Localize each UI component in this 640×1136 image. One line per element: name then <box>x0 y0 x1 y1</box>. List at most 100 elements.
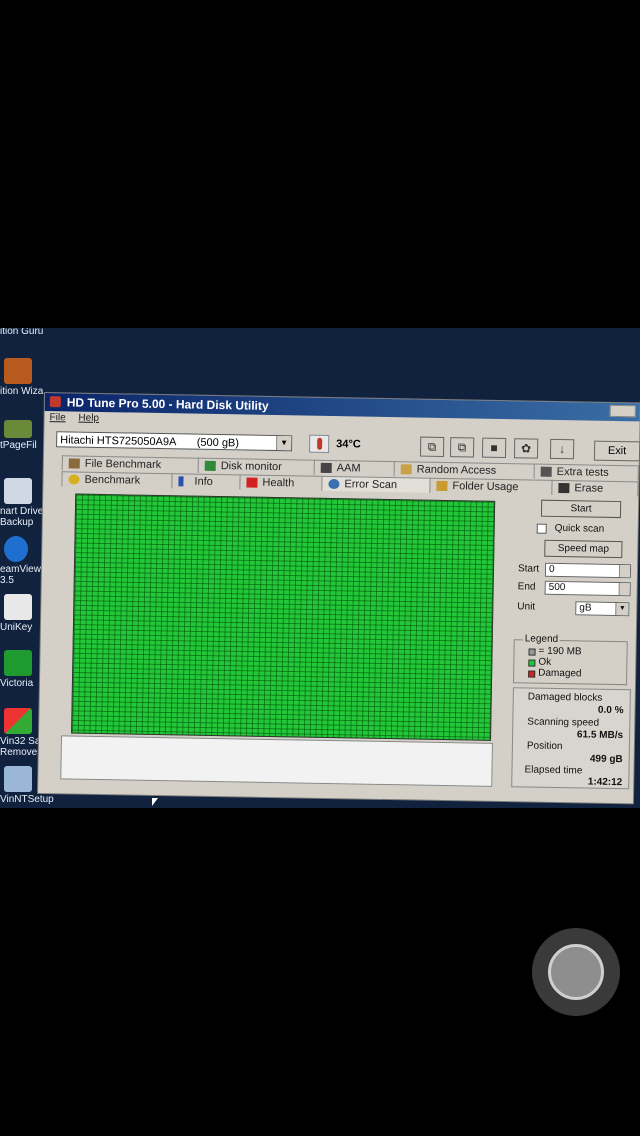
magnifier-icon <box>328 478 340 490</box>
scanning-speed-label: Scanning speed <box>527 716 600 729</box>
start-value: 0 <box>548 563 555 575</box>
desktop-item-label: ition Wiza <box>0 386 44 397</box>
file-benchmark-icon <box>68 458 80 469</box>
damaged-blocks-value: 0.0 % <box>597 704 624 717</box>
spinner-icon[interactable] <box>618 583 630 596</box>
legend-title: Legend <box>522 633 561 646</box>
speed-map-button[interactable]: Speed map <box>544 539 623 559</box>
window-title: HD Tune Pro 5.00 - Hard Disk Utility <box>66 395 269 413</box>
tab-label: Error Scan <box>344 478 398 492</box>
desktop-item-label: tPageFil <box>0 440 37 451</box>
tab-erase[interactable]: Erase <box>551 479 639 497</box>
tab-label: Disk monitor <box>220 460 282 474</box>
trash-icon <box>558 482 570 494</box>
tab-aam[interactable]: AAM <box>313 459 396 477</box>
tab-random-access[interactable]: Random Access <box>393 461 536 479</box>
tab-health[interactable]: Health <box>239 474 324 491</box>
start-field[interactable]: 0 <box>544 562 632 579</box>
unikey-icon <box>4 594 32 620</box>
pagefile-icon <box>4 420 32 438</box>
tab-file-benchmark[interactable]: File Benchmark <box>61 455 200 473</box>
gear-icon: ✿ <box>520 441 532 456</box>
partition-wizard-icon <box>4 358 32 384</box>
quick-scan-checkbox[interactable] <box>536 523 547 534</box>
start-field-label: Start <box>517 563 540 575</box>
speaker-icon <box>320 462 332 474</box>
window-controls[interactable] <box>609 404 636 418</box>
scan-log-panel <box>60 735 493 787</box>
hdtune-window: HD Tune Pro 5.00 - Hard Disk Utility Fil… <box>38 393 640 804</box>
position-value: 499 gB <box>589 753 623 766</box>
tab-label: Random Access <box>416 463 497 477</box>
quick-scan-label: Quick scan <box>554 522 605 535</box>
position-label: Position <box>526 740 563 753</box>
tab-folder-usage[interactable]: Folder Usage <box>429 477 554 495</box>
block-swatch <box>528 648 536 656</box>
drive-select[interactable]: Hitachi HTS725050A9A (500 gB) ▼ <box>56 431 293 452</box>
tab-error-scan[interactable]: Error Scan <box>321 475 432 493</box>
tab-label: Info <box>194 475 213 488</box>
damaged-blocks-label: Damaged blocks <box>527 691 603 704</box>
tab-extra-tests[interactable]: Extra tests <box>533 463 639 481</box>
elapsed-time-label: Elapsed time <box>524 764 583 777</box>
legend-damaged: Damaged <box>538 667 582 680</box>
scan-controls: Start Quick scan Speed map Start 0 End 5… <box>508 499 638 801</box>
menu-file[interactable]: File <box>49 412 65 423</box>
download-button[interactable]: ↓ <box>549 438 575 460</box>
folder-icon <box>436 480 448 492</box>
tab-label: Health <box>262 476 295 490</box>
info-icon <box>178 476 184 487</box>
desktop-item-label: Victoria <box>0 678 34 689</box>
end-field-label: End <box>517 581 536 593</box>
tab-label: Benchmark <box>84 473 141 487</box>
green-cross-icon <box>4 650 32 676</box>
desktop-item-partition-guru[interactable]: ition Guru <box>0 328 60 337</box>
tab-label: Folder Usage <box>452 480 519 494</box>
desktop-item-label: UniKey <box>0 622 33 633</box>
menu-help[interactable]: Help <box>78 413 99 424</box>
tab-info[interactable]: Info <box>171 473 242 490</box>
end-field[interactable]: 500 <box>544 580 631 597</box>
magnifier-icon <box>4 478 32 504</box>
spinner-icon[interactable] <box>618 565 631 578</box>
options-button[interactable]: ✿ <box>513 438 539 459</box>
save-screenshot-button[interactable]: ■ <box>481 437 507 459</box>
legend-box: Legend = 190 MB Ok Damaged <box>513 633 628 686</box>
legend-block-size: = 190 MB <box>538 645 582 658</box>
desktop-item-partition-wizard[interactable]: ition Wiza <box>0 358 60 397</box>
setup-icon <box>4 766 32 792</box>
random-access-icon <box>400 464 412 475</box>
health-cross-icon <box>246 477 258 488</box>
teamviewer-icon <box>4 536 28 562</box>
drive-size: (500 gB) <box>196 436 240 450</box>
ok-swatch <box>528 659 536 667</box>
copy-screenshot-button[interactable]: ⧉ <box>449 437 475 458</box>
copy-text-button[interactable]: ⧉ <box>419 436 445 457</box>
chevron-down-icon[interactable]: ▼ <box>276 436 292 451</box>
chevron-down-icon[interactable]: ▼ <box>615 602 629 616</box>
tab-benchmark[interactable]: Benchmark <box>61 471 174 489</box>
tab-label: Extra tests <box>556 465 609 479</box>
scan-stats: Damaged blocks 0.0 % Scanning speed 61.5… <box>511 687 631 790</box>
benchmark-icon <box>68 474 80 485</box>
save-icon: ■ <box>490 440 498 455</box>
elapsed-time-value: 1:42:12 <box>587 776 623 789</box>
unit-select[interactable]: gB ▼ <box>575 601 630 617</box>
extra-tests-icon <box>540 466 552 477</box>
thermometer-icon <box>308 434 330 453</box>
desktop-item-label: ition Guru <box>0 328 44 337</box>
tab-disk-monitor[interactable]: Disk monitor <box>197 457 316 475</box>
copy-image-icon: ⧉ <box>457 440 467 455</box>
legend-ok: Ok <box>538 656 552 668</box>
desktop-item-label: VinNTSetup <box>0 794 54 805</box>
assistive-touch-icon <box>548 944 604 1000</box>
error-scan-block-map <box>71 493 496 741</box>
photo-of-monitor: ition Guru ition Wiza tPageFil nart Driv… <box>0 328 640 808</box>
desktop-item-label: nart Drive Backup <box>0 506 44 528</box>
drive-name: Hitachi HTS725050A9A <box>60 434 176 449</box>
start-button[interactable]: Start <box>540 499 622 519</box>
mouse-cursor-icon <box>152 798 158 806</box>
tab-label: Erase <box>574 482 604 495</box>
exit-button[interactable]: Exit <box>593 440 640 462</box>
damaged-swatch <box>528 670 536 678</box>
